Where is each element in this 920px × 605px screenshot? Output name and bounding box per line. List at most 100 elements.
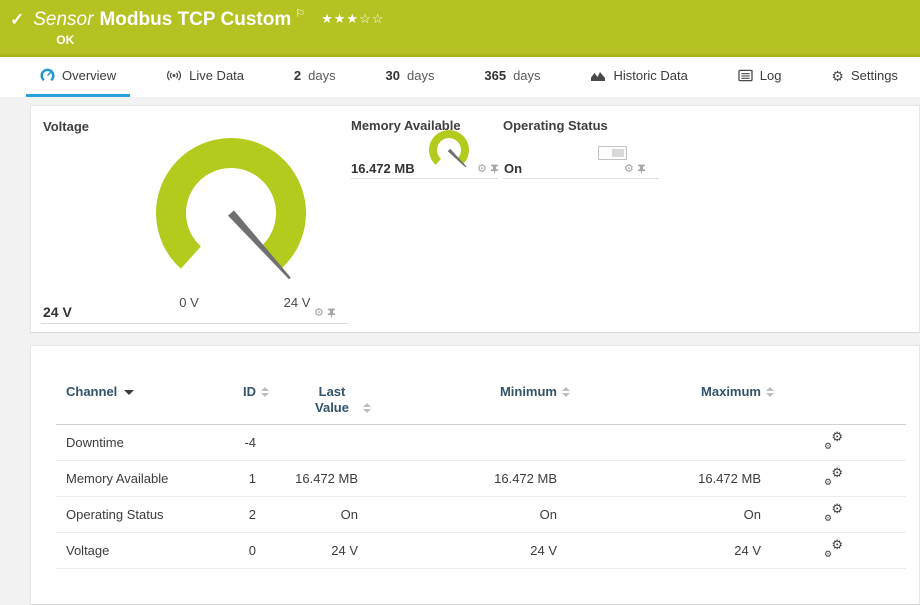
stars-empty[interactable]: ☆☆ [359, 11, 384, 26]
gear-icon[interactable]: ⚙ [477, 164, 487, 175]
table-row: Operating Status 2 On On On ⚙⚙ [56, 497, 906, 533]
operating-status-value: On [504, 161, 522, 176]
tab-number: 365 [484, 68, 506, 83]
operating-status-actions: ⚙ [624, 164, 646, 175]
gear-icon: ⚙ [824, 550, 832, 559]
table-header-row: Channel ID Last Value Minimum Maximum [56, 384, 906, 425]
column-header-last-value[interactable]: Last Value [256, 384, 358, 425]
tab-2-days[interactable]: 2 days [280, 57, 350, 97]
gear-icon: ⚙ [831, 538, 843, 551]
tab-label: days [513, 68, 540, 83]
tab-number: 2 [294, 68, 301, 83]
sort-icon [562, 387, 571, 397]
minimum-cell: 24 V [358, 533, 557, 569]
tab-label: Log [760, 68, 782, 83]
table-row: Memory Available 1 16.472 MB 16.472 MB 1… [56, 461, 906, 497]
gear-icon: ⚙ [824, 514, 832, 523]
channel-settings-icon[interactable]: ⚙⚙ [824, 469, 843, 486]
last-value-cell: On [256, 497, 358, 533]
channel-settings-icon[interactable]: ⚙⚙ [824, 505, 843, 522]
column-header-id[interactable]: ID [196, 384, 256, 425]
tab-label: days [308, 68, 335, 83]
channel-id-cell: 0 [196, 533, 256, 569]
tab-number: 30 [386, 68, 400, 83]
channel-table-panel: Channel ID Last Value Minimum Maximum [30, 345, 920, 605]
tab-log[interactable]: Log [724, 57, 796, 97]
last-value-cell: 24 V [256, 533, 358, 569]
column-label: Minimum [500, 384, 557, 399]
sort-desc-icon [124, 390, 134, 395]
minimum-cell [358, 425, 557, 461]
table-row: Voltage 0 24 V 24 V 24 V ⚙⚙ [56, 533, 906, 569]
pin-icon[interactable] [490, 164, 499, 175]
voltage-gauge [71, 108, 391, 318]
memory-gauge-actions: ⚙ [477, 164, 499, 175]
gear-icon: ⚙ [824, 442, 832, 451]
tab-label: Settings [851, 68, 898, 83]
channel-table: Channel ID Last Value Minimum Maximum [56, 384, 906, 569]
column-header-maximum[interactable]: Maximum [557, 384, 761, 425]
gauge-icon [40, 68, 55, 83]
gear-icon[interactable]: ⚙ [624, 164, 634, 175]
maximum-cell: 24 V [557, 533, 761, 569]
operating-status-title: Operating Status [503, 118, 608, 133]
column-label: Maximum [701, 384, 761, 399]
stars-filled[interactable]: ★★★ [321, 11, 359, 26]
memory-gauge [423, 130, 479, 174]
gear-icon: ⚙ [831, 502, 843, 515]
channel-id-cell: 2 [196, 497, 256, 533]
pin-icon[interactable] [637, 164, 646, 175]
tab-settings[interactable]: ⚙ Settings [817, 57, 912, 97]
tab-label: Live Data [189, 68, 244, 83]
channel-name-cell: Operating Status [56, 497, 196, 533]
status-check-icon: ✓ [10, 10, 24, 30]
last-value-cell [256, 425, 358, 461]
gear-icon[interactable]: ⚙ [314, 308, 324, 319]
maximum-cell: On [557, 497, 761, 533]
gear-icon: ⚙ [831, 430, 843, 443]
tab-label: days [407, 68, 434, 83]
channel-name-cell: Downtime [56, 425, 196, 461]
voltage-gauge-min-label: 0 V [159, 295, 219, 310]
divider [503, 178, 659, 179]
tab-30-days[interactable]: 30 days [372, 57, 449, 97]
voltage-current-value: 24 V [43, 304, 72, 320]
gear-icon: ⚙ [831, 69, 844, 83]
sort-icon [766, 387, 775, 397]
flag-icon[interactable]: ⚐ [295, 7, 305, 21]
toggle-knob [612, 149, 624, 157]
channel-id-cell: -4 [196, 425, 256, 461]
tab-historic-data[interactable]: Historic Data [576, 57, 701, 97]
column-label: ID [243, 384, 256, 399]
page-title: Modbus TCP Custom [99, 9, 291, 30]
voltage-gauge-actions: ⚙ [314, 308, 336, 319]
live-data-icon [166, 68, 182, 83]
sensor-type-label: Sensor [33, 9, 93, 30]
channel-name-cell: Voltage [56, 533, 196, 569]
maximum-cell: 16.472 MB [557, 461, 761, 497]
tab-overview[interactable]: Overview [26, 57, 130, 97]
sort-icon [261, 387, 270, 397]
column-label: Last Value [306, 384, 358, 416]
channel-settings-icon[interactable]: ⚙⚙ [824, 433, 843, 450]
tab-label: Overview [62, 68, 116, 83]
priority-stars[interactable]: ★★★☆☆ [321, 11, 384, 26]
tab-bar: Overview Live Data 2 days 30 days 365 da… [0, 57, 920, 97]
channel-settings-icon[interactable]: ⚙⚙ [824, 541, 843, 558]
sensor-title-block: Sensor Modbus TCP Custom ⚐ ★★★☆☆ OK [33, 7, 384, 47]
minimum-cell: On [358, 497, 557, 533]
column-header-minimum[interactable]: Minimum [358, 384, 557, 425]
memory-current-value: 16.472 MB [351, 161, 415, 176]
maximum-cell [557, 425, 761, 461]
sensor-header: ✓ Sensor Modbus TCP Custom ⚐ ★★★☆☆ OK [0, 0, 920, 57]
tab-365-days[interactable]: 365 days [470, 57, 554, 97]
sort-icon [363, 403, 372, 413]
column-header-channel[interactable]: Channel [56, 384, 196, 425]
minimum-cell: 16.472 MB [358, 461, 557, 497]
tab-label: Historic Data [613, 68, 687, 83]
last-value-cell: 16.472 MB [256, 461, 358, 497]
tab-live-data[interactable]: Live Data [152, 57, 258, 97]
column-label: Channel [66, 384, 117, 399]
status-badge: OK [56, 33, 384, 47]
pin-icon[interactable] [327, 308, 336, 319]
